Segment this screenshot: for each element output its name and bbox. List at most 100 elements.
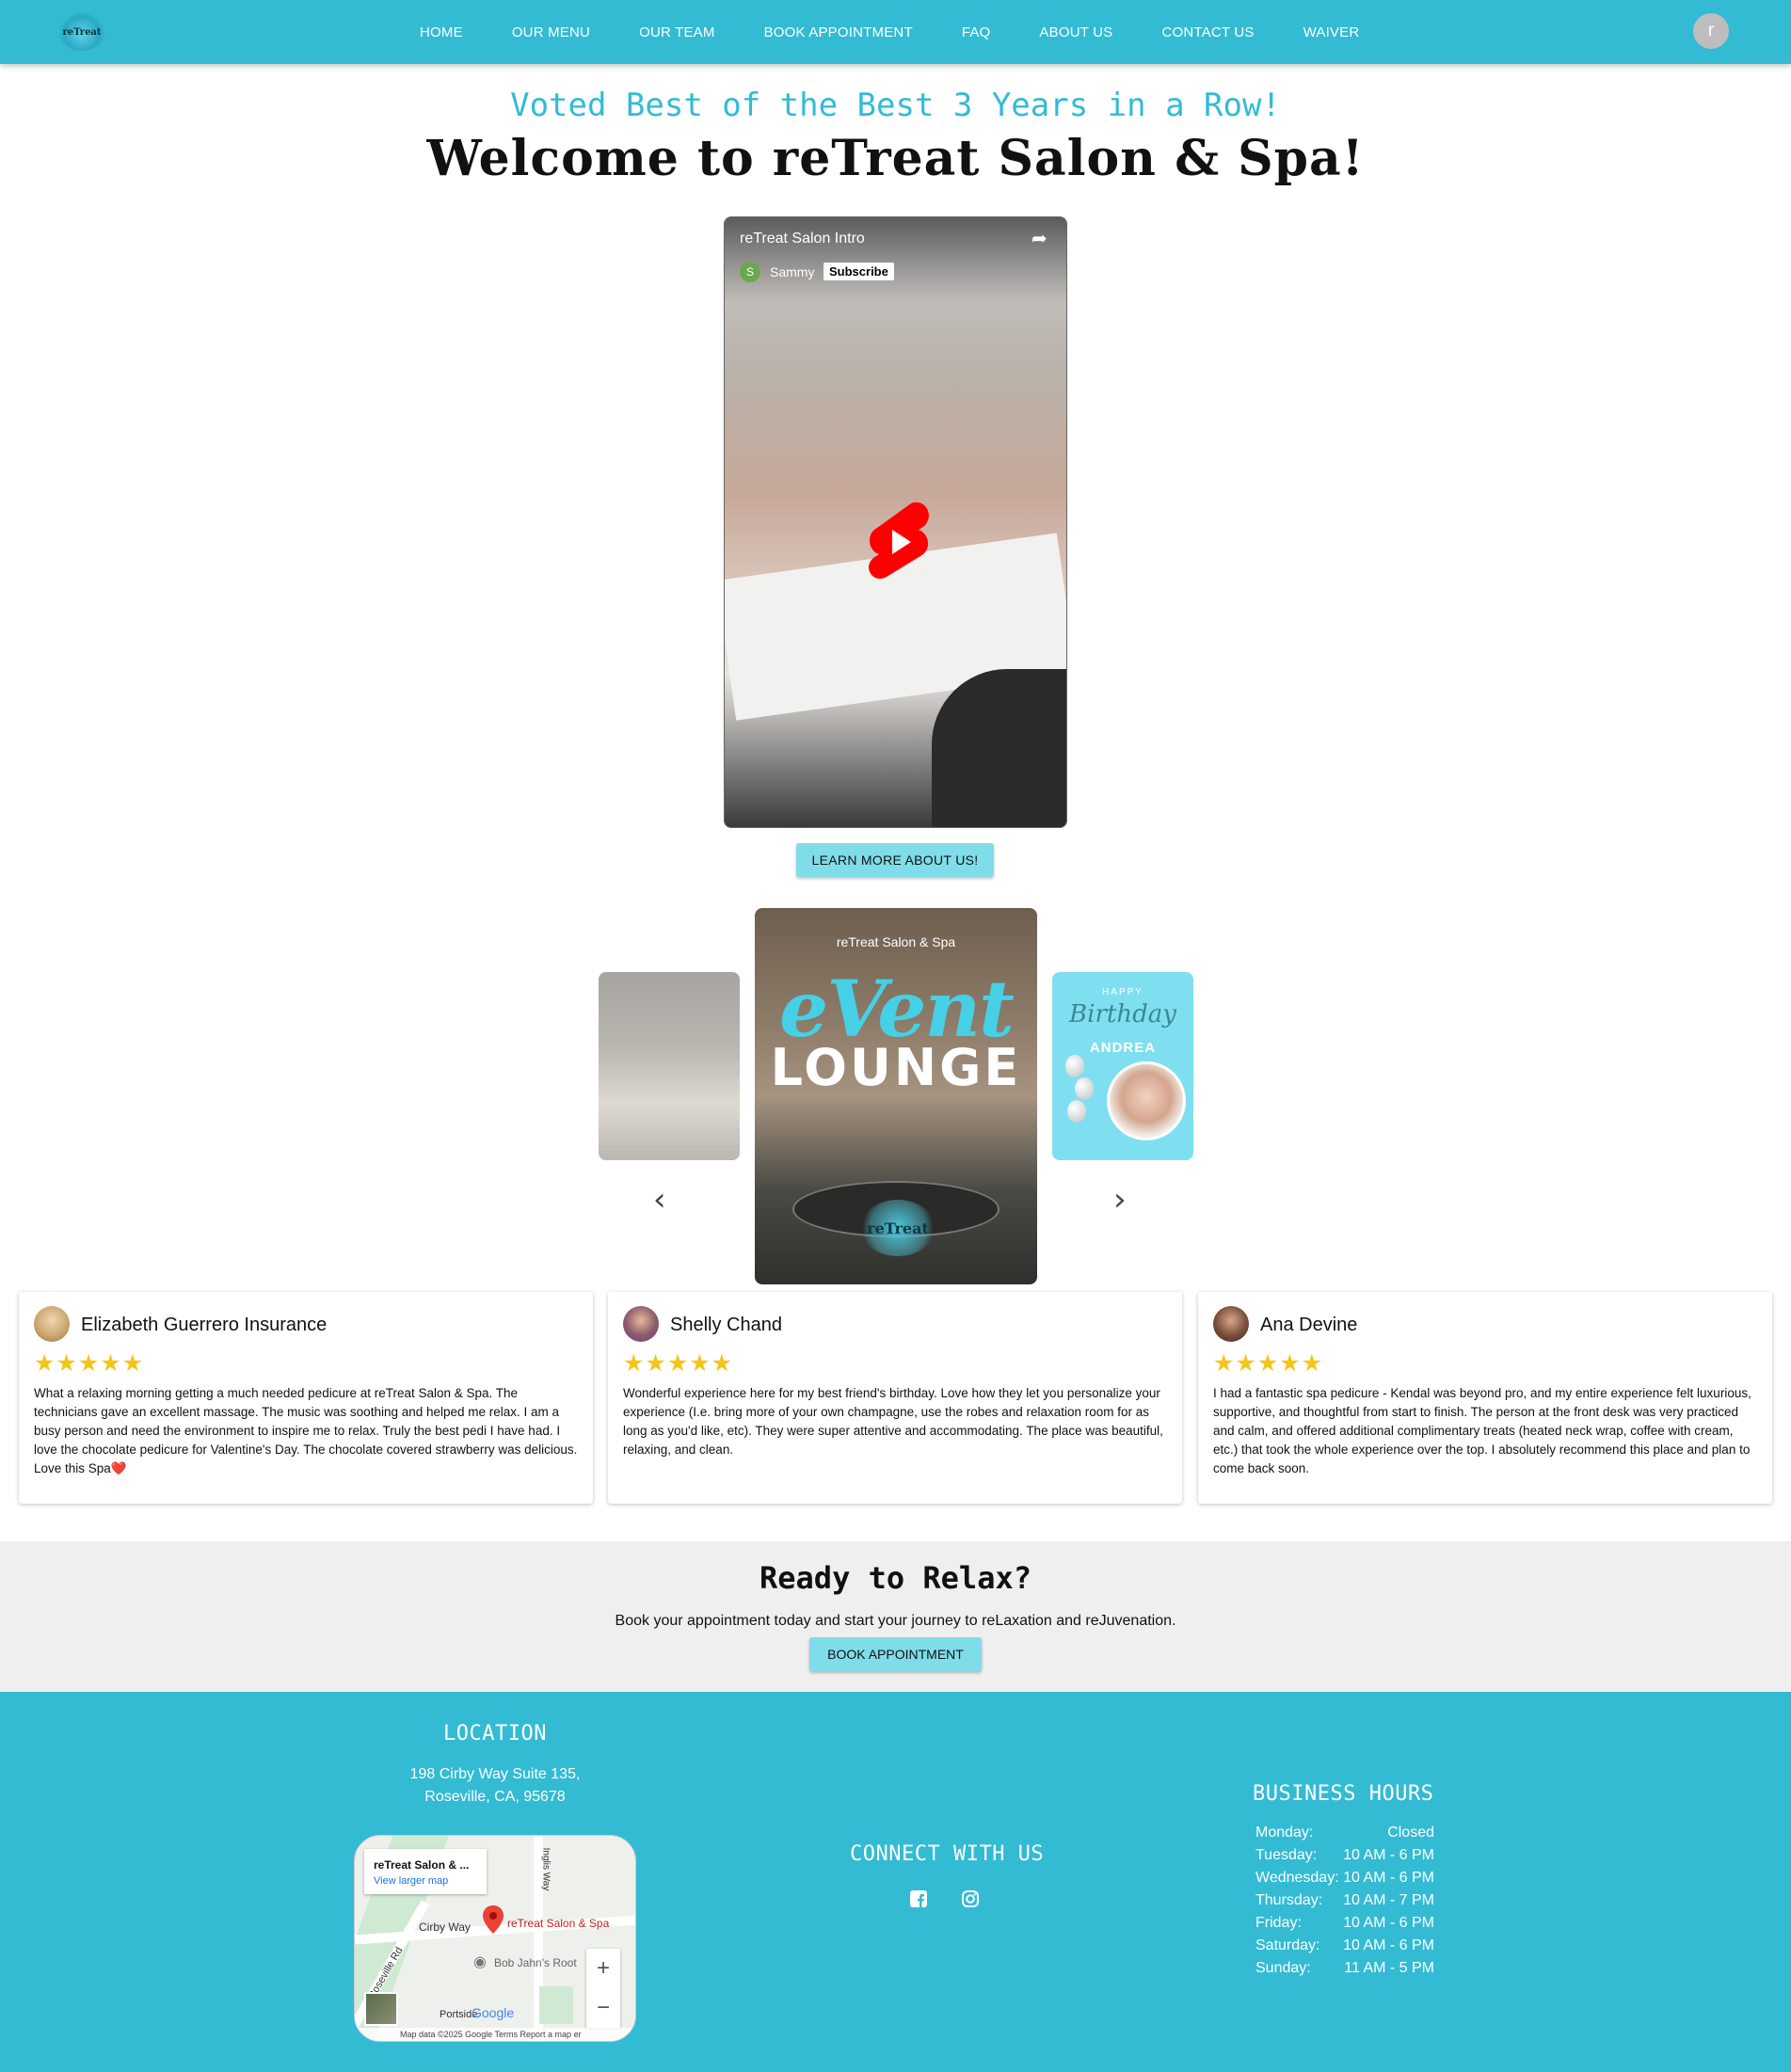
satellite-toggle[interactable] (364, 1992, 398, 2026)
hours-row: Sunday: 11 AM - 5 PM (1255, 1957, 1434, 1980)
map-place-name: reTreat Salon & ... (374, 1858, 470, 1872)
chevron-right-icon[interactable]: › (1113, 1181, 1127, 1219)
map-pin-icon[interactable] (483, 1905, 504, 1934)
address-line-2: Roseville, CA, 95678 (424, 1789, 566, 1805)
hours-time: 10 AM - 7 PM (1343, 1892, 1434, 1908)
carousel-slide-prev[interactable] (599, 972, 740, 1160)
address-line-1: 198 Cirby Way Suite 135, (409, 1766, 581, 1782)
nav-links: HOME OUR MENU OUR TEAM BOOK APPOINTMENT … (420, 0, 1408, 64)
carousel-slide-active[interactable]: reTreat Salon & Spa eVent LOUNGE reTreat (755, 908, 1037, 1284)
hours-time: 10 AM - 6 PM (1343, 1915, 1434, 1931)
channel-avatar[interactable]: S (740, 262, 760, 282)
zoom-in-button[interactable]: + (586, 1949, 620, 1988)
hours-day: Monday: (1255, 1825, 1314, 1841)
nav-link-our-team[interactable]: OUR TEAM (639, 24, 715, 40)
nav-link-waiver[interactable]: WAIVER (1303, 24, 1360, 40)
logo[interactable]: reTreat (58, 13, 105, 51)
review-card: Elizabeth Guerrero Insurance ★★★★★ What … (19, 1292, 593, 1504)
hours-day: Sunday: (1255, 1960, 1311, 1976)
hours-row: Monday: Closed (1255, 1822, 1434, 1844)
slide-subheadline: LOUNGE (770, 1038, 1022, 1097)
connect-title: CONNECT WITH US (850, 1842, 1045, 1866)
star-rating: ★★★★★ (623, 1350, 734, 1377)
slide-logo: reTreat (860, 1200, 935, 1256)
channel-name[interactable]: Sammy (770, 264, 814, 279)
birthday-name: ANDREA (1089, 1040, 1157, 1056)
location-map[interactable]: reTreat Salon & ... View larger map reTr… (354, 1835, 636, 2042)
hours-day: Wednesday: (1255, 1870, 1339, 1886)
star-rating: ★★★★★ (34, 1350, 145, 1377)
birthday-script-text: Birthday (1069, 1000, 1176, 1028)
business-hours-table: Monday: Closed Tuesday: 10 AM - 6 PM Wedne… (1255, 1822, 1434, 1980)
reviewer-name: Ana Devine (1260, 1315, 1358, 1335)
hours-time: 11 AM - 5 PM (1344, 1960, 1434, 1976)
map-poi-label: Bob Jahn's Root (494, 1956, 577, 1969)
location-title: LOCATION (443, 1722, 547, 1745)
footer: LOCATION 198 Cirby Way Suite 135, Rosevi… (0, 1692, 1791, 2072)
chevron-left-icon[interactable]: ‹ (653, 1181, 666, 1219)
cta-title: Ready to Relax? (760, 1560, 1031, 1596)
hours-row: Tuesday: 10 AM - 6 PM (1255, 1844, 1434, 1867)
facebook-icon[interactable] (908, 1889, 929, 1910)
youtube-shorts-play-icon[interactable] (866, 500, 932, 584)
review-text: What a relaxing morning getting a much n… (34, 1386, 578, 1475)
intro-video[interactable]: reTreat Salon Intro ➦ S Sammy Subscribe (724, 216, 1067, 828)
learn-more-button[interactable]: LEARN MORE ABOUT US! (796, 843, 994, 877)
hours-day: Tuesday: (1255, 1847, 1318, 1863)
hours-day: Saturday: (1255, 1937, 1320, 1953)
slide-brand-text: reTreat Salon & Spa (836, 934, 956, 949)
map-poi-icon: ◉ (473, 1954, 487, 1970)
birthday-photo (1107, 1061, 1186, 1140)
google-logo: Google (472, 2005, 515, 2020)
share-icon[interactable]: ➦ (1031, 227, 1047, 250)
zoom-out-button[interactable]: − (586, 1988, 620, 2028)
map-street-label: Cirby Way (419, 1921, 471, 1934)
map-info-card: reTreat Salon & ... View larger map (364, 1849, 487, 1894)
slide-fade-overlay (599, 972, 740, 1160)
cta-text: Book your appointment today and start yo… (615, 1613, 1176, 1629)
reviewer-name: Shelly Chand (670, 1315, 782, 1335)
hours-day: Thursday: (1255, 1892, 1323, 1908)
nav-link-faq[interactable]: FAQ (962, 24, 991, 40)
hours-row: Saturday: 10 AM - 6 PM (1255, 1935, 1434, 1957)
hours-time: 10 AM - 6 PM (1343, 1937, 1434, 1953)
video-frame-shirt (932, 669, 1066, 827)
nav-link-our-menu[interactable]: OUR MENU (512, 24, 590, 40)
reviewer-avatar (34, 1306, 70, 1342)
star-rating: ★★★★★ (1213, 1350, 1324, 1377)
hours-row: Wednesday: 10 AM - 6 PM (1255, 1867, 1434, 1889)
subscribe-button[interactable]: Subscribe (824, 263, 894, 280)
nav-link-book-appointment[interactable]: BOOK APPOINTMENT (764, 24, 913, 40)
carousel-slide-next[interactable]: HAPPY Birthday ANDREA (1052, 972, 1193, 1160)
user-avatar[interactable]: r (1693, 13, 1729, 49)
video-title[interactable]: reTreat Salon Intro (740, 231, 865, 247)
hero-tagline: Voted Best of the Best 3 Years in a Row! (510, 87, 1281, 124)
nav-link-home[interactable]: HOME (420, 24, 463, 40)
nav-link-contact-us[interactable]: CONTACT US (1161, 24, 1254, 40)
view-larger-map-link[interactable]: View larger map (374, 1875, 448, 1887)
map-pin-label: reTreat Salon & Spa (507, 1917, 610, 1930)
hours-time: 10 AM - 6 PM (1343, 1847, 1434, 1863)
map-attribution: Map data ©2025 Google Terms Report a map… (355, 2028, 635, 2041)
map-zoom-controls: + − (586, 1949, 620, 2028)
page-title: Welcome to reTreat Salon & Spa! (426, 130, 1365, 187)
map-street-label: Inglis Way (540, 1847, 552, 1891)
hours-row: Friday: 10 AM - 6 PM (1255, 1912, 1434, 1935)
balloon-image (1065, 1055, 1084, 1077)
review-text: I had a fantastic spa pedicure - Kendal … (1213, 1386, 1751, 1475)
nav-link-about-us[interactable]: ABOUT US (1039, 24, 1112, 40)
hours-time: Closed (1387, 1825, 1434, 1841)
instagram-icon[interactable] (960, 1889, 981, 1910)
map-park (539, 1986, 573, 2024)
top-nav: reTreat HOME OUR MENU OUR TEAM BOOK APPO… (0, 0, 1791, 64)
reviewer-avatar (623, 1306, 659, 1342)
hours-time: 10 AM - 6 PM (1343, 1870, 1434, 1886)
book-appointment-button[interactable]: BOOK APPOINTMENT (809, 1637, 982, 1671)
address: 198 Cirby Way Suite 135, Roseville, CA, … (307, 1763, 683, 1809)
review-text: Wonderful experience here for my best fr… (623, 1386, 1163, 1457)
birthday-happy-text: HAPPY (1102, 987, 1143, 997)
balloon-image (1067, 1100, 1086, 1123)
review-card: Ana Devine ★★★★★ I had a fantastic spa p… (1198, 1292, 1772, 1504)
hours-row: Thursday: 10 AM - 7 PM (1255, 1889, 1434, 1912)
review-card: Shelly Chand ★★★★★ Wonderful experience … (608, 1292, 1182, 1504)
